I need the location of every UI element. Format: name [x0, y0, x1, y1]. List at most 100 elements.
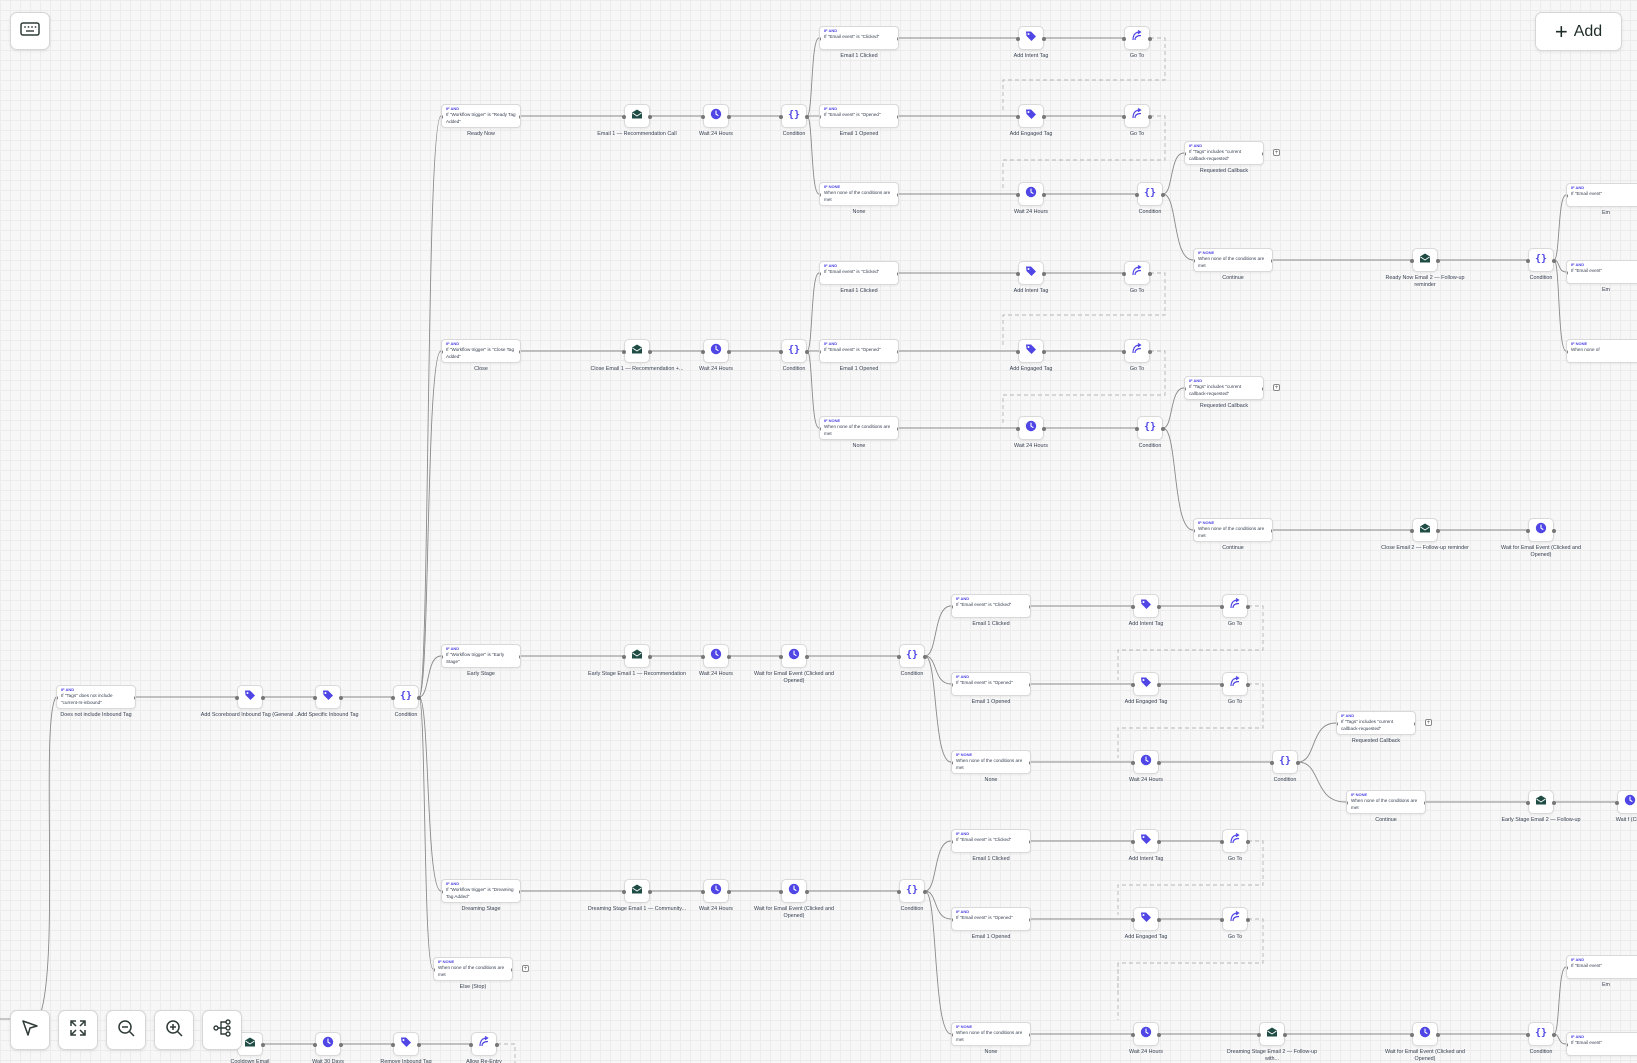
- add-step-plus-icon[interactable]: +: [522, 965, 529, 972]
- connection-handle[interactable]: [1131, 605, 1135, 609]
- condition-branch-card[interactable]: IF AND If "Email event" is "Clicked": [819, 261, 899, 285]
- email-action-node[interactable]: [622, 104, 652, 128]
- condition-action-node[interactable]: {}: [1135, 416, 1165, 440]
- auto-layout-button[interactable]: [202, 1010, 242, 1050]
- wait-action-node[interactable]: [1131, 1022, 1161, 1046]
- connection-handle[interactable]: [897, 115, 898, 119]
- connection-handle[interactable]: [1615, 801, 1619, 805]
- condition-action-node[interactable]: {}: [1135, 182, 1165, 206]
- wait-action-node[interactable]: [701, 104, 731, 128]
- email-action-node[interactable]: [1526, 790, 1556, 814]
- connection-handle[interactable]: [648, 350, 652, 354]
- condition-branch-card[interactable]: IF AND If "Tags" includes "current callba…: [1184, 141, 1264, 165]
- connection-handle[interactable]: [727, 350, 731, 354]
- email-action-node[interactable]: [1410, 518, 1440, 542]
- connection-handle[interactable]: [1016, 115, 1020, 119]
- connection-handle[interactable]: [622, 115, 626, 119]
- connection-handle[interactable]: [261, 696, 265, 700]
- connection-handle[interactable]: [820, 115, 821, 119]
- condition-branch-card[interactable]: IF NONE When none of the conditions are m…: [433, 957, 513, 981]
- condition-branch-card[interactable]: IF AND If "Workflow trigger" is "Dreaming…: [441, 879, 521, 903]
- connection-handle[interactable]: [391, 696, 395, 700]
- connection-handle[interactable]: [727, 115, 731, 119]
- connection-handle[interactable]: [1526, 259, 1530, 263]
- connection-handle[interactable]: [622, 890, 626, 894]
- connection-handle[interactable]: [1567, 194, 1568, 198]
- connection-handle[interactable]: [952, 1033, 953, 1037]
- connection-handle[interactable]: [1552, 801, 1556, 805]
- connection-handle[interactable]: [1029, 840, 1030, 844]
- connection-handle[interactable]: [897, 890, 901, 894]
- connection-handle[interactable]: [1262, 152, 1263, 156]
- connection-handle[interactable]: [1567, 350, 1568, 354]
- condition-branch-card[interactable]: IF AND If "Tags" includes "current callba…: [1336, 711, 1416, 735]
- fit-view-button[interactable]: [58, 1010, 98, 1050]
- connection-handle[interactable]: [622, 350, 626, 354]
- wait-action-node[interactable]: [779, 879, 809, 903]
- connection-handle[interactable]: [648, 890, 652, 894]
- wait-action-node[interactable]: [701, 879, 731, 903]
- add-step-plus-icon[interactable]: +: [1273, 384, 1280, 391]
- condition-branch-card[interactable]: IF AND If "Email event" is "Opened": [951, 907, 1031, 931]
- condition-action-node[interactable]: {}: [779, 339, 809, 363]
- connection-handle[interactable]: [1283, 1033, 1287, 1037]
- connection-handle[interactable]: [897, 655, 901, 659]
- connection-handle[interactable]: [1194, 529, 1195, 533]
- connection-handle[interactable]: [1016, 37, 1020, 41]
- wait-action-node[interactable]: [1016, 182, 1046, 206]
- tag-action-node[interactable]: [1016, 26, 1046, 50]
- connection-handle[interactable]: [701, 115, 705, 119]
- connection-handle[interactable]: [1246, 683, 1250, 687]
- wait-action-node[interactable]: [779, 644, 809, 668]
- connection-handle[interactable]: [1246, 918, 1250, 922]
- condition-action-node[interactable]: {}: [391, 685, 421, 709]
- connection-handle[interactable]: [1185, 152, 1186, 156]
- connection-handle[interactable]: [1296, 761, 1300, 765]
- connection-handle[interactable]: [805, 890, 809, 894]
- connection-handle[interactable]: [923, 890, 927, 894]
- goto-action-node[interactable]: [469, 1032, 499, 1056]
- condition-branch-card[interactable]: IF AND If "Email event" is "Clicked": [819, 26, 899, 50]
- connection-handle[interactable]: [1567, 1043, 1568, 1047]
- connection-handle[interactable]: [1131, 761, 1135, 765]
- connection-handle[interactable]: [1185, 387, 1186, 391]
- condition-branch-card[interactable]: IF NONE When none of the conditions are m…: [951, 750, 1031, 774]
- connection-handle[interactable]: [1148, 37, 1152, 41]
- connection-handle[interactable]: [1246, 605, 1250, 609]
- connection-handle[interactable]: [519, 115, 520, 119]
- condition-branch-card[interactable]: IF NONE When none of the conditions are m…: [1346, 790, 1426, 814]
- connection-handle[interactable]: [1131, 683, 1135, 687]
- connection-handle[interactable]: [897, 193, 898, 197]
- tag-action-node[interactable]: [1016, 261, 1046, 285]
- condition-branch-card[interactable]: IF AND If "Workflow trigger" is "Close Ta…: [441, 339, 521, 363]
- connection-handle[interactable]: [779, 350, 783, 354]
- connection-handle[interactable]: [1347, 801, 1348, 805]
- connection-handle[interactable]: [952, 683, 953, 687]
- connection-handle[interactable]: [952, 761, 953, 765]
- connection-handle[interactable]: [57, 696, 58, 700]
- connection-handle[interactable]: [622, 655, 626, 659]
- keyboard-shortcuts-button[interactable]: [10, 12, 50, 50]
- condition-branch-card[interactable]: IF NONE When none of the conditions are m…: [951, 1022, 1031, 1046]
- connection-handle[interactable]: [442, 350, 443, 354]
- tag-action-node[interactable]: [1131, 907, 1161, 931]
- condition-branch-card[interactable]: IF AND If "Workflow trigger" is "Ready Ta…: [441, 104, 521, 128]
- connection-handle[interactable]: [1436, 529, 1440, 533]
- connection-handle[interactable]: [1424, 801, 1425, 805]
- connection-handle[interactable]: [1246, 840, 1250, 844]
- condition-branch-card[interactable]: IF AND If "Email event" is "Opened": [951, 672, 1031, 696]
- wait-action-node[interactable]: [1615, 790, 1637, 814]
- condition-branch-card[interactable]: IF AND If "Email event" is "Clicked": [951, 594, 1031, 618]
- condition-branch-card[interactable]: IF AND If "Email event": [1566, 183, 1637, 207]
- email-action-node[interactable]: [622, 879, 652, 903]
- connection-handle[interactable]: [1148, 350, 1152, 354]
- connection-handle[interactable]: [313, 696, 317, 700]
- tag-action-node[interactable]: [1131, 829, 1161, 853]
- connection-handle[interactable]: [1029, 918, 1030, 922]
- goto-action-node[interactable]: [1220, 907, 1250, 931]
- connection-handle[interactable]: [1271, 259, 1272, 263]
- connection-handle[interactable]: [1161, 427, 1165, 431]
- connection-handle[interactable]: [1148, 272, 1152, 276]
- connection-handle[interactable]: [1220, 840, 1224, 844]
- connection-handle[interactable]: [1016, 272, 1020, 276]
